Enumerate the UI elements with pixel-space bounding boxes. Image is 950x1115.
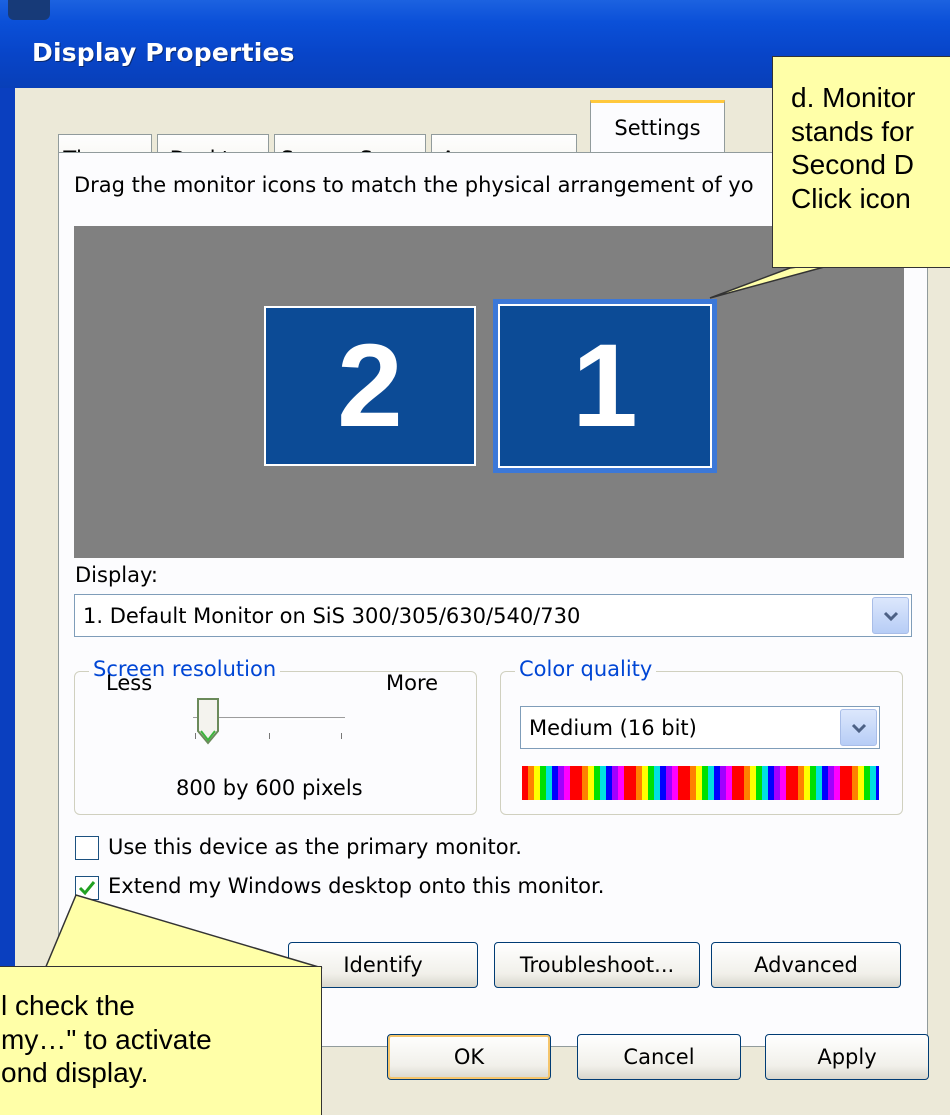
tab-settings-label: Settings [614, 115, 701, 140]
callout-bottom-line-3: ond display. [1, 1057, 149, 1089]
callout-top-right: d. Monitor stands for Second D Click ico… [772, 56, 950, 268]
callout-top-line-2: stands for [791, 115, 914, 147]
callout-bottom-left: l check the my…" to activate ond display… [0, 966, 322, 1115]
callout-top-line-1: d. Monitor [791, 82, 916, 113]
callout-top-line-3: Second D [791, 149, 914, 181]
callout-bottom-line-1: l check the [1, 990, 135, 1021]
callout-bottom-line-2: my…" to activate [1, 1023, 212, 1055]
tab-settings[interactable]: Settings [590, 100, 725, 152]
callout-top-line-4: Click icon [791, 182, 911, 214]
